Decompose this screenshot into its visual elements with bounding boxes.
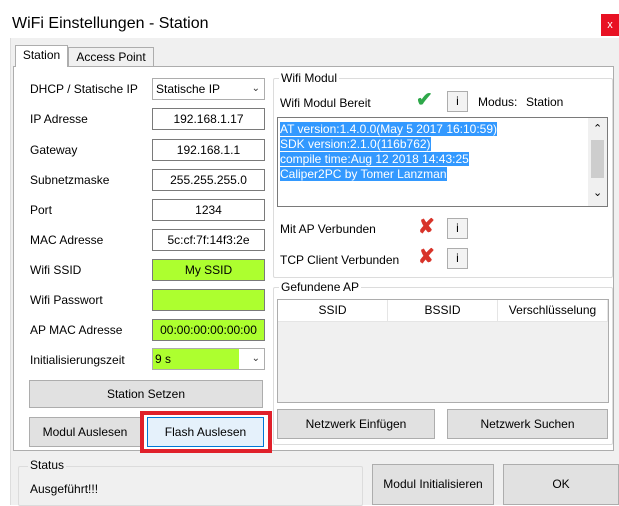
chevron-down-icon: ⌄ — [251, 353, 260, 364]
tcp-verbunden-label: TCP Client Verbunden — [280, 253, 400, 267]
chevron-down-icon: ⌄ — [251, 83, 260, 94]
init-time-value: 9 s — [153, 349, 239, 369]
ap-verbunden-label: Mit AP Verbunden — [280, 222, 376, 236]
log-line: Caliper2PC by Tomer Lanzman — [280, 167, 447, 181]
port-label: Port — [30, 203, 53, 217]
column-header-ssid[interactable]: SSID — [278, 300, 388, 322]
ip-label: IP Adresse — [30, 112, 88, 126]
scroll-thumb[interactable] — [591, 140, 604, 178]
subnet-label: Subnetzmaske — [30, 173, 110, 187]
netzwerk-einfuegen-button[interactable]: Netzwerk Einfügen — [277, 409, 435, 439]
info-button-tcp[interactable]: i — [447, 248, 468, 269]
scroll-down-icon[interactable]: ⌄ — [593, 186, 602, 199]
status-text: Ausgeführt!!! — [30, 482, 99, 496]
netzwerk-suchen-button[interactable]: Netzwerk Suchen — [447, 409, 608, 439]
column-header-bssid[interactable]: BSSID — [388, 300, 498, 322]
password-field[interactable] — [152, 289, 265, 311]
modul-bereit-label: Wifi Modul Bereit — [280, 96, 371, 110]
password-label: Wifi Passwort — [30, 293, 103, 307]
tab-station[interactable]: Station — [15, 45, 68, 67]
scroll-up-icon[interactable]: ⌃ — [593, 122, 602, 135]
log-line: AT version:1.4.0.0(May 5 2017 16:10:59) — [280, 122, 498, 136]
modus-value: Station — [526, 95, 564, 109]
close-button[interactable]: x — [601, 14, 619, 36]
ssid-field[interactable]: My SSID — [152, 259, 265, 281]
init-time-label: Initialisierungszeit — [30, 353, 125, 367]
dhcp-value: Statische IP — [156, 82, 221, 96]
station-setzen-button[interactable]: Station Setzen — [29, 380, 263, 408]
dhcp-label: DHCP / Statische IP — [30, 82, 138, 96]
log-line: compile time:Aug 12 2018 14:43:25 — [280, 152, 469, 166]
column-header-verschluesselung[interactable]: Verschlüsselung — [498, 300, 608, 322]
cross-icon: ✘ — [418, 216, 435, 238]
ap-mac-field[interactable]: 00:00:00:00:00:00 — [152, 319, 265, 341]
tab-access-point[interactable]: Access Point — [68, 47, 154, 68]
cross-icon: ✘ — [418, 246, 435, 268]
info-button-ap[interactable]: i — [447, 218, 468, 239]
gateway-field[interactable]: 192.168.1.1 — [152, 139, 265, 161]
window-title: WiFi Einstellungen - Station — [12, 15, 209, 32]
ssid-label: Wifi SSID — [30, 263, 82, 277]
flash-auslesen-button[interactable]: Flash Auslesen — [147, 417, 264, 447]
log-scrollbar[interactable]: ⌃ ⌄ — [588, 118, 607, 206]
init-time-select[interactable]: 9 s ⌄ — [152, 348, 265, 370]
dhcp-select[interactable]: Statische IP ⌄ — [152, 78, 265, 100]
gefundene-ap-title: Gefundene AP — [279, 280, 362, 294]
modul-auslesen-button[interactable]: Modul Auslesen — [29, 417, 141, 447]
port-field[interactable]: 1234 — [152, 199, 265, 221]
info-button-modul[interactable]: i — [447, 91, 468, 112]
mac-label: MAC Adresse — [30, 233, 104, 247]
subnet-field[interactable]: 255.255.255.0 — [152, 169, 265, 191]
modus-label: Modus: — [478, 95, 518, 109]
log-line: SDK version:2.1.0(116b762) — [280, 137, 431, 151]
check-icon: ✔ — [416, 89, 433, 111]
module-log-textbox[interactable]: AT version:1.4.0.0(May 5 2017 16:10:59) … — [277, 117, 608, 207]
ap-list[interactable]: SSID BSSID Verschlüsselung — [277, 299, 609, 403]
wifi-modul-title: Wifi Modul — [279, 71, 340, 85]
ok-button[interactable]: OK — [503, 464, 619, 505]
status-title: Status — [28, 458, 67, 472]
ip-field[interactable]: 192.168.1.17 — [152, 108, 265, 130]
ap-mac-label: AP MAC Adresse — [30, 323, 123, 337]
mac-field[interactable]: 5c:cf:7f:14f3:2e — [152, 229, 265, 251]
modul-initialisieren-button[interactable]: Modul Initialisieren — [372, 464, 494, 505]
gateway-label: Gateway — [30, 143, 78, 157]
